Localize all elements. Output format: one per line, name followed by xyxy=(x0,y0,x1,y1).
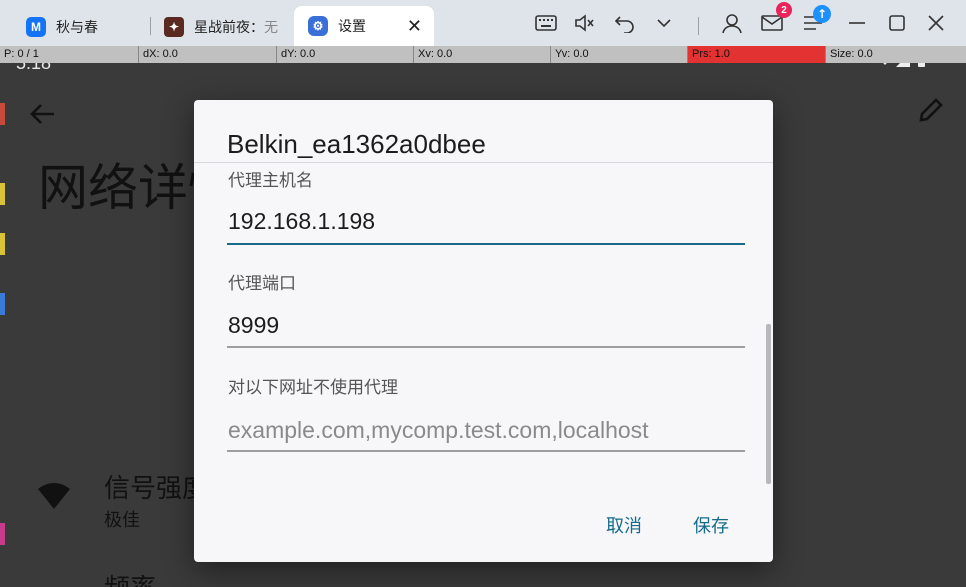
proxy-host-label: 代理主机名 xyxy=(228,171,313,191)
tab-qiuyuchun[interactable]: M 秋与春 xyxy=(26,8,98,46)
mail-count-badge: 2 xyxy=(776,2,792,18)
proxy-host-input[interactable]: 192.168.1.198 xyxy=(228,208,375,235)
tab-label-faded: 无 xyxy=(264,20,278,36)
maximize-icon[interactable] xyxy=(885,11,909,35)
left-edge-strip xyxy=(0,523,5,545)
delta-y: dY: 0.0 xyxy=(276,46,414,63)
wifi-signal-battery-icon xyxy=(883,63,925,67)
bypass-input[interactable]: example.com,mycomp.test.com,localhost xyxy=(228,417,649,444)
edit-pencil-icon[interactable] xyxy=(918,97,944,130)
pressure: Prs: 1.0 xyxy=(687,46,825,63)
tab-settings[interactable]: ⚙ 设置 ✕ xyxy=(294,6,434,46)
bypass-label: 对以下网址不使用代理 xyxy=(228,378,398,398)
tab-label: 星战前夜： xyxy=(194,20,264,36)
left-edge-strip xyxy=(0,103,5,125)
pointer-location-bar: P: 0 / 1 dX: 0.0 dY: 0.0 Xv: 0.0 Yv: 0.0… xyxy=(0,46,966,63)
proxy-dialog: Belkin_ea1362a0dbee 代理主机名 192.168.1.198 … xyxy=(194,100,773,562)
left-edge-strip xyxy=(0,183,5,205)
minimize-icon[interactable] xyxy=(845,11,869,35)
touch-size: Size: 0.0 xyxy=(825,46,966,63)
signal-strength-value: 极佳 xyxy=(104,510,140,531)
account-icon[interactable] xyxy=(720,11,744,35)
undo-icon[interactable] xyxy=(613,11,637,35)
back-arrow-icon[interactable] xyxy=(30,99,56,132)
settings-gear-icon: ⚙ xyxy=(308,16,328,36)
pointer-count: P: 0 / 1 xyxy=(4,48,39,60)
tab-label: 秋与春 xyxy=(56,20,98,36)
close-window-icon[interactable] xyxy=(924,11,948,35)
keyboard-icon[interactable] xyxy=(534,11,558,35)
close-tab-icon[interactable]: ✕ xyxy=(407,16,422,37)
proxy-port-input[interactable]: 8999 xyxy=(228,312,279,339)
status-clock: 5:18 xyxy=(16,63,52,73)
mute-icon[interactable] xyxy=(573,11,597,35)
tab-eve[interactable]: ✦ 星战前夜：无 xyxy=(164,8,278,46)
proxy-port-underline xyxy=(227,346,745,348)
velocity-y: Yv: 0.0 xyxy=(550,46,688,63)
status-icons xyxy=(876,63,926,73)
scrollbar[interactable] xyxy=(766,324,771,484)
delta-x: dX: 0.0 xyxy=(138,46,276,63)
game-icon: ✦ xyxy=(164,17,184,37)
tab-label: 设置 xyxy=(338,19,366,35)
update-arrow-icon[interactable]: ↑ xyxy=(813,5,831,23)
dialog-divider xyxy=(194,162,773,163)
window-tab-bar: M 秋与春 ✦ 星战前夜：无 ⚙ 设置 ✕ 2 ↑ xyxy=(0,0,966,46)
frequency-label: 频率 xyxy=(104,568,156,587)
app-logo-icon: M xyxy=(26,17,46,37)
toolbar-separator xyxy=(698,17,699,35)
left-edge-strip xyxy=(0,293,5,315)
bypass-underline xyxy=(227,450,745,452)
chevron-down-icon[interactable] xyxy=(652,11,676,35)
velocity-x: Xv: 0.0 xyxy=(413,46,551,63)
left-edge-strip xyxy=(0,233,5,255)
dialog-title: Belkin_ea1362a0dbee xyxy=(227,129,486,159)
save-button[interactable]: 保存 xyxy=(693,512,729,538)
signal-strength-label: 信号强度 xyxy=(104,474,209,504)
tab-separator xyxy=(150,17,151,35)
proxy-host-underline xyxy=(227,243,745,245)
wifi-icon xyxy=(38,483,70,511)
cancel-button[interactable]: 取消 xyxy=(606,512,642,538)
proxy-port-label: 代理端口 xyxy=(228,274,296,294)
